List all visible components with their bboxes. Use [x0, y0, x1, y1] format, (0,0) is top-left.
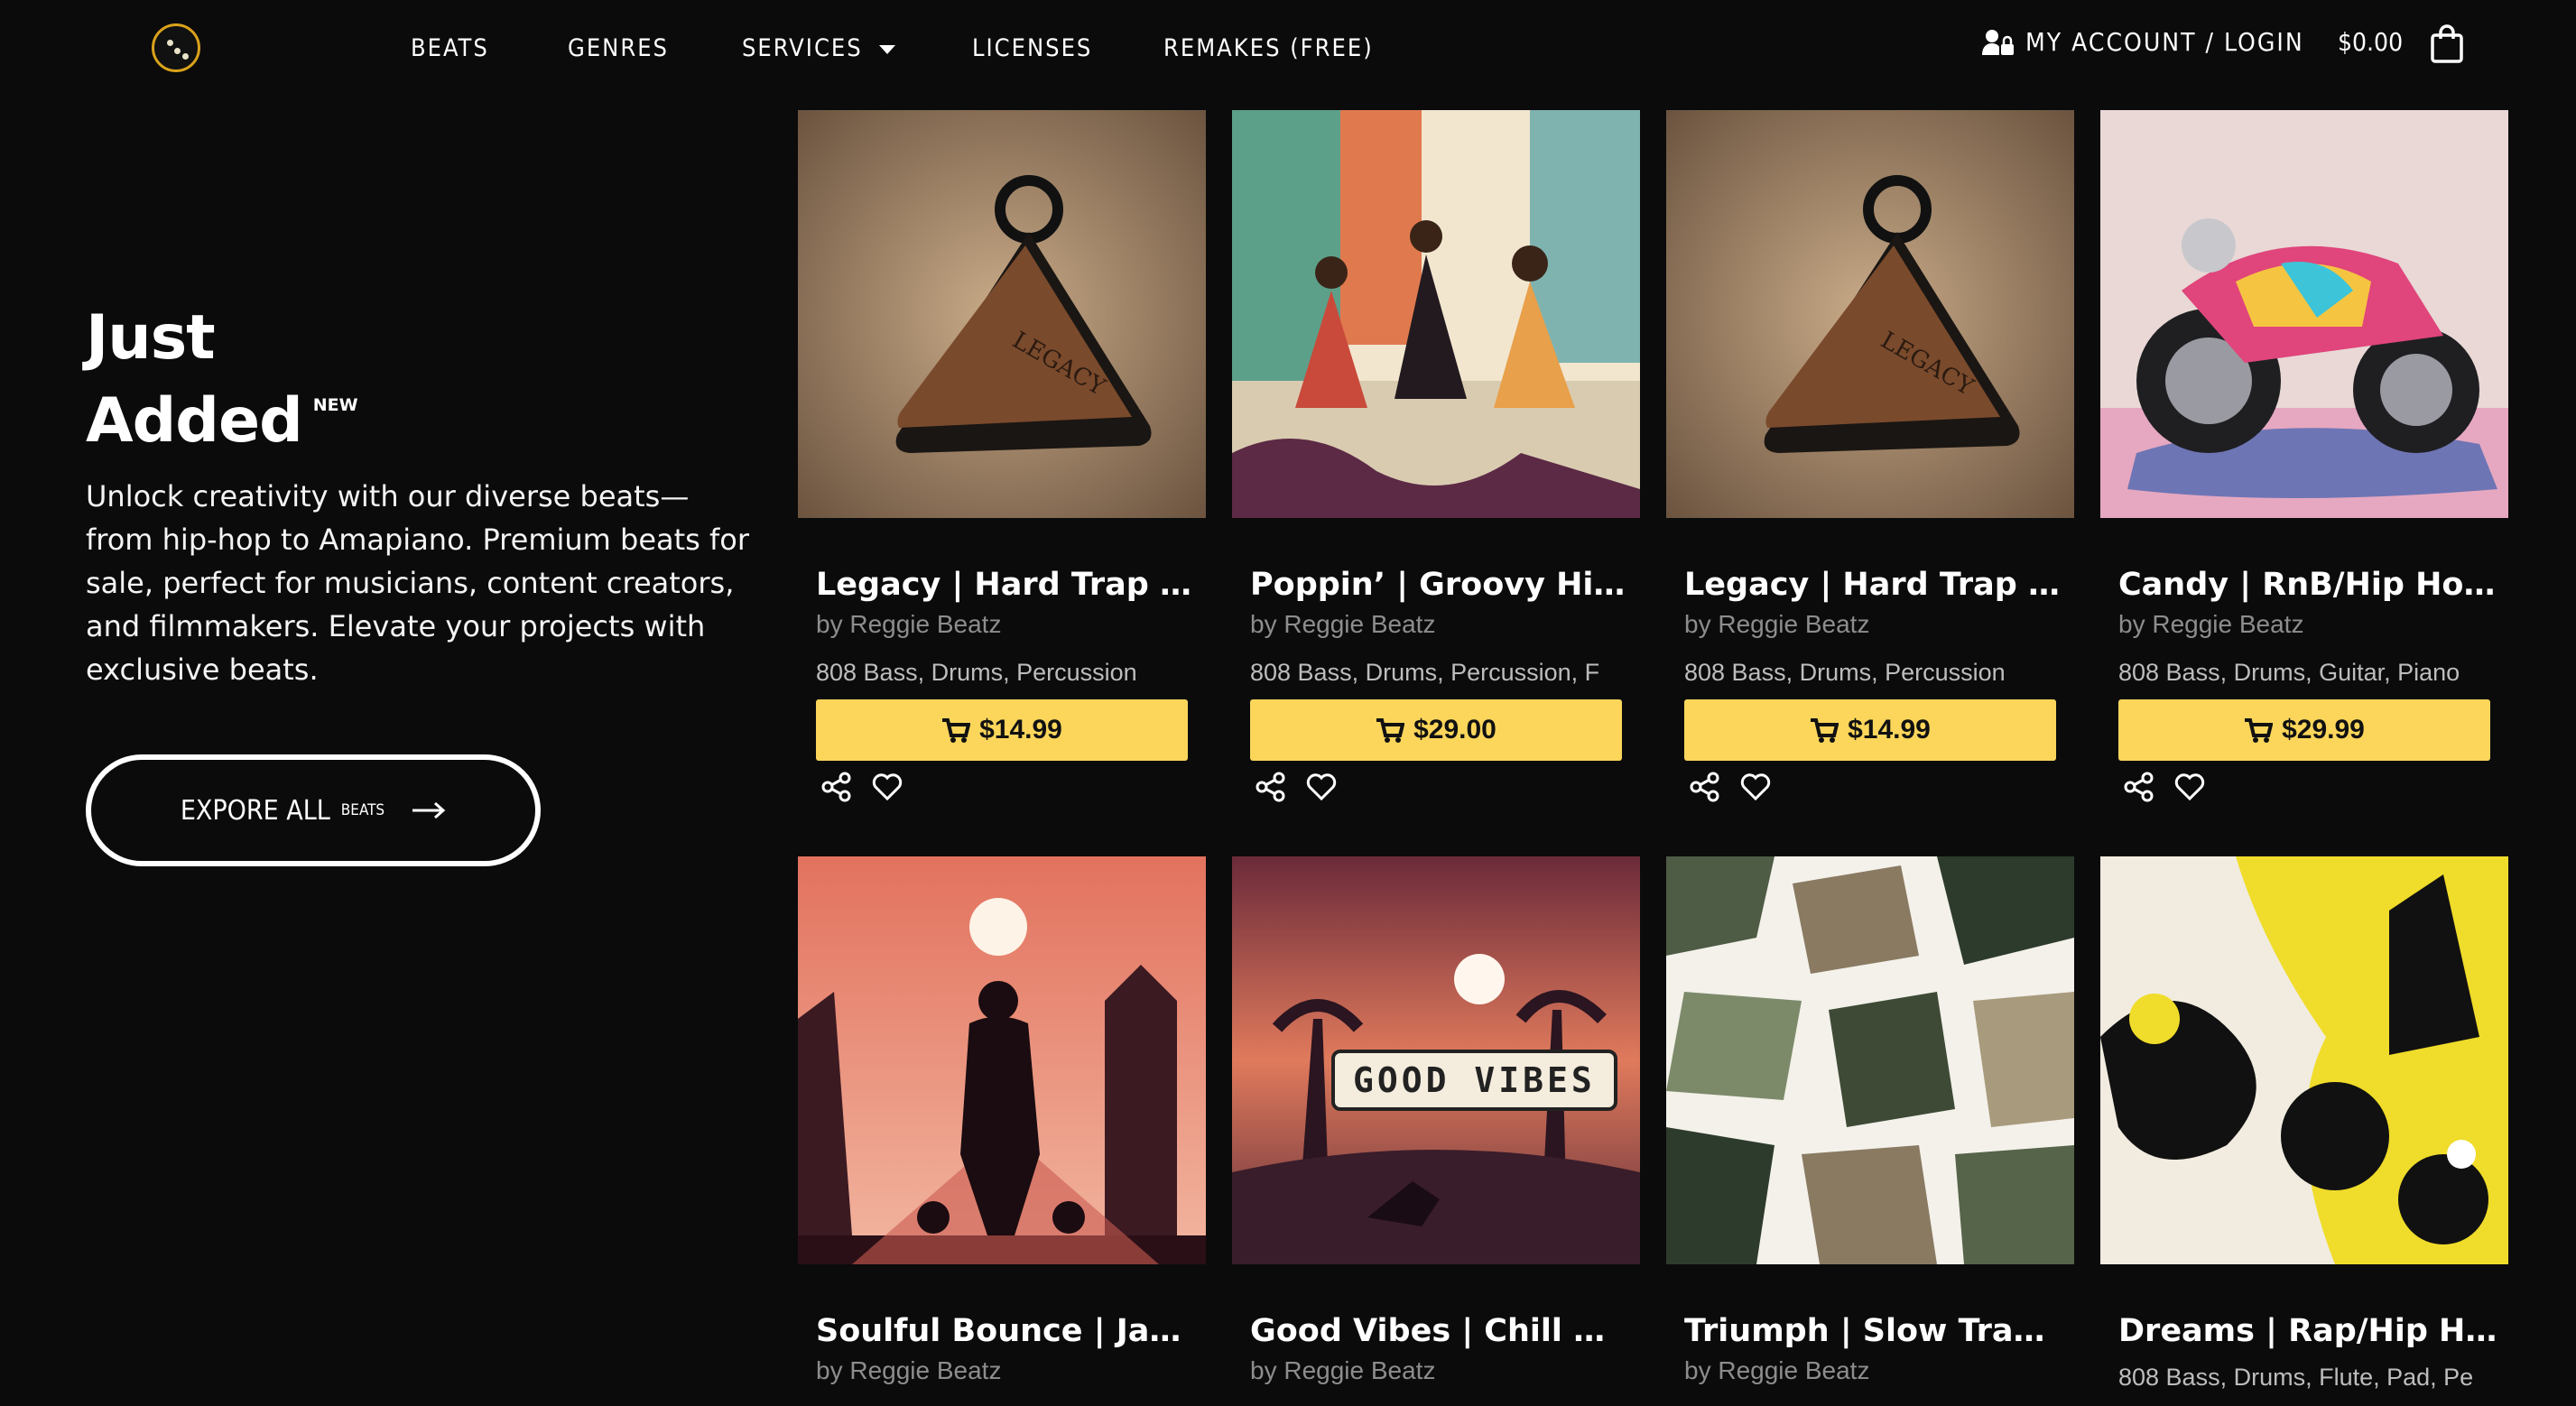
- beat-cover[interactable]: LEGACY: [1666, 110, 2074, 518]
- cover-art-poppin: [1232, 110, 1640, 518]
- beat-title[interactable]: Soulful Bounce | Jazz...: [798, 1313, 1195, 1349]
- beat-tags: 808 Bass, Drums, Guitar, Piano: [2118, 659, 2460, 686]
- beat-tags: 808 Bass, Drums, Flute, Pad, Pe: [2118, 1364, 2474, 1391]
- beat-artist: by Reggie Beatz: [1684, 610, 1870, 638]
- cover-art-legacy: LEGACY: [798, 110, 1206, 518]
- add-to-cart-button[interactable]: $29.99: [2118, 699, 2490, 761]
- beat-cover[interactable]: LEGACY: [798, 110, 1206, 518]
- cover-art-candy: [2100, 110, 2508, 518]
- beat-cover[interactable]: [1232, 110, 1640, 518]
- nav-genres[interactable]: GENRES: [568, 34, 669, 62]
- heart-icon[interactable]: [1740, 772, 1771, 802]
- cart-icon: [2245, 718, 2274, 743]
- beat-artist: by Reggie Beatz: [2118, 610, 2304, 638]
- share-icon[interactable]: [821, 772, 852, 802]
- heart-icon[interactable]: [872, 772, 903, 802]
- beat-title[interactable]: Legacy | Hard Trap B...: [1666, 567, 2063, 603]
- beat-artist: by Reggie Beatz: [816, 1356, 1002, 1384]
- cover-art-legacy: LEGACY: [1666, 110, 2074, 518]
- new-badge: NEW: [312, 395, 358, 415]
- beat-price: $29.99: [2282, 715, 2365, 745]
- beat-price: $14.99: [1848, 715, 1931, 745]
- beat-cover[interactable]: [798, 856, 1206, 1264]
- card-actions: [2124, 772, 2508, 802]
- nav-beats[interactable]: BEATS: [411, 34, 489, 62]
- nav-remakes[interactable]: REMAKES (FREE): [1163, 34, 1374, 62]
- hero-title-line2: Added NEW: [86, 372, 358, 455]
- arrow-right-icon: [412, 801, 446, 819]
- site-logo[interactable]: [152, 23, 200, 72]
- chevron-down-icon: [878, 44, 895, 54]
- add-to-cart-button[interactable]: $14.99: [1684, 699, 2056, 761]
- cover-art-triumph: [1666, 856, 2074, 1264]
- add-to-cart-button[interactable]: $29.00: [1250, 699, 1622, 761]
- beat-card: LEGACY Legacy | Hard Trap B... by Reggie…: [798, 110, 1206, 802]
- nav-services-label: SERVICES: [742, 34, 863, 62]
- beat-cover[interactable]: [2100, 856, 2508, 1264]
- cart-icon: [1811, 718, 1839, 743]
- hero-title-word: Added: [86, 385, 303, 457]
- explore-label-sup: BEATS: [340, 801, 385, 819]
- hero-description: Unlock creativity with our diverse beats…: [86, 479, 749, 687]
- beat-title[interactable]: Poppin’ | Groovy Hip ...: [1232, 567, 1629, 603]
- account-login-link[interactable]: MY ACCOUNT / LOGIN: [1982, 27, 2304, 57]
- beat-title[interactable]: Legacy | Hard Trap B...: [798, 567, 1195, 603]
- beat-artist: by Reggie Beatz: [1250, 1356, 1436, 1384]
- shopping-bag-icon[interactable]: [2430, 23, 2464, 63]
- beat-price: $29.00: [1413, 715, 1496, 745]
- cover-art-soulful-bounce: [798, 856, 1206, 1264]
- beat-title[interactable]: Good Vibes | Chill Hip...: [1232, 1313, 1629, 1349]
- beat-artist: by Reggie Beatz: [1684, 1356, 1870, 1384]
- share-icon[interactable]: [1256, 772, 1286, 802]
- explore-all-beats-button[interactable]: EXPORE ALL BEATS: [86, 754, 541, 866]
- beat-title[interactable]: Triumph | Slow Trap I...: [1666, 1313, 2063, 1349]
- beat-cover[interactable]: [1666, 856, 2074, 1264]
- cart-icon: [942, 718, 971, 743]
- beat-artist: by Reggie Beatz: [1250, 610, 1436, 638]
- logo-dot: [182, 53, 189, 60]
- logo-dot: [167, 40, 173, 46]
- user-lock-icon: [1982, 29, 2014, 55]
- add-to-cart-button[interactable]: $14.99: [816, 699, 1188, 761]
- cart-total[interactable]: $0.00: [2338, 27, 2403, 57]
- beat-card: Candy | RnB/Hip Hop ... by Reggie Beatz …: [2100, 110, 2508, 802]
- card-actions: [1256, 772, 1640, 802]
- beat-card: Triumph | Slow Trap I... by Reggie Beatz: [1666, 856, 2074, 1385]
- beat-tags: 808 Bass, Drums, Percussion: [816, 659, 1137, 686]
- account-label: MY ACCOUNT / LOGIN: [2025, 27, 2304, 57]
- share-icon[interactable]: [1690, 772, 1720, 802]
- cover-art-dreams: [2100, 856, 2508, 1264]
- hero-title: Just Added NEW: [86, 305, 358, 455]
- beat-card: Dreams | Rap/Hip Ho... 808 Bass, Drums, …: [2100, 856, 2508, 1392]
- nav-services[interactable]: SERVICES: [742, 34, 895, 62]
- beat-card: GOOD VIBES Good Vibes | Chill Hip... by …: [1232, 856, 1640, 1385]
- beat-card: Poppin’ | Groovy Hip ... by Reggie Beatz…: [1232, 110, 1640, 802]
- heart-icon[interactable]: [1306, 772, 1337, 802]
- beat-cover[interactable]: GOOD VIBES: [1232, 856, 1640, 1264]
- beat-cover[interactable]: [2100, 110, 2508, 518]
- heart-icon[interactable]: [2174, 772, 2205, 802]
- card-actions: [1690, 772, 2074, 802]
- beat-artist: by Reggie Beatz: [816, 610, 1002, 638]
- share-icon[interactable]: [2124, 772, 2154, 802]
- beat-title[interactable]: Candy | RnB/Hip Hop ...: [2100, 567, 2497, 603]
- beat-card: Soulful Bounce | Jazz... by Reggie Beatz: [798, 856, 1206, 1385]
- beat-title[interactable]: Dreams | Rap/Hip Ho...: [2100, 1313, 2497, 1349]
- beat-card: LEGACY Legacy | Hard Trap B... by Reggie…: [1666, 110, 2074, 802]
- beat-tags: 808 Bass, Drums, Percussion, F: [1250, 659, 1600, 686]
- cart-icon: [1376, 718, 1405, 743]
- page: BEATS GENRES SERVICES LICENSES REMAKES (…: [0, 0, 2576, 1406]
- hero-title-line1: Just: [86, 302, 216, 374]
- beat-price: $14.99: [979, 715, 1062, 745]
- nav-licenses[interactable]: LICENSES: [972, 34, 1092, 62]
- cover-text: GOOD VIBES: [1331, 1050, 1617, 1111]
- beat-tags: 808 Bass, Drums, Percussion: [1684, 659, 2006, 686]
- explore-label: EXPORE ALL: [180, 794, 330, 827]
- logo-dot: [174, 48, 181, 54]
- card-actions: [821, 772, 1206, 802]
